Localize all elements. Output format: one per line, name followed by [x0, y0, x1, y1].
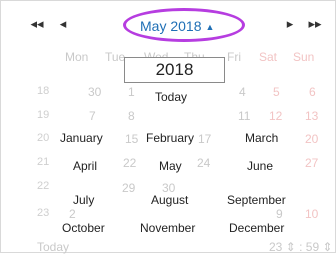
background-day: 4 — [239, 85, 246, 99]
background-day: 15 — [125, 132, 139, 146]
background-day: 17 — [198, 132, 212, 146]
month-year-title[interactable]: May 2018 ▲ — [140, 18, 214, 34]
minute-value[interactable]: 59 — [306, 240, 319, 254]
month-september[interactable]: September — [227, 193, 286, 207]
weekday-mon: Mon — [65, 50, 89, 64]
caret-up-icon: ▲ — [205, 22, 215, 32]
month-november[interactable]: November — [140, 221, 195, 235]
background-day: 22 — [123, 156, 137, 170]
week-number: 23 — [37, 207, 50, 219]
next-month-button[interactable]: ▸ — [278, 15, 302, 33]
background-day: 6 — [309, 85, 316, 99]
background-day: 5 — [273, 85, 280, 99]
week-number: 18 — [37, 85, 50, 97]
hour-spinner-icon[interactable]: ⇕ — [286, 240, 296, 254]
month-january[interactable]: January — [60, 131, 103, 145]
next-year-button[interactable]: ▸▸ — [303, 15, 327, 33]
background-day: 30 — [88, 85, 102, 99]
month-august[interactable]: August — [151, 193, 188, 207]
month-october[interactable]: October — [62, 221, 105, 235]
hour-value[interactable]: 23 — [269, 240, 282, 254]
time-selector[interactable]: 23 ⇕ : 59 ⇕ — [269, 240, 333, 254]
week-number: 20 — [37, 132, 50, 144]
background-day: 7 — [89, 109, 96, 123]
month-june[interactable]: June — [247, 159, 273, 173]
month-february[interactable]: February — [146, 131, 194, 145]
background-day: 8 — [128, 109, 135, 123]
footer-today-button[interactable]: Today — [37, 240, 69, 254]
background-day: 2 — [69, 207, 76, 221]
background-day: 10 — [305, 207, 319, 221]
date-picker: ◂◂ ◂ May 2018▲ ▸ ▸▸ Mon Tue Wed Thu Fri … — [0, 0, 336, 254]
week-number: 21 — [37, 156, 50, 168]
background-day: 27 — [305, 156, 319, 170]
month-july[interactable]: July — [73, 193, 94, 207]
background-day: 11 — [238, 109, 251, 123]
week-number: 19 — [37, 109, 50, 121]
weekday-sun: Sun — [293, 50, 315, 64]
weekday-fri: Fri — [227, 50, 241, 64]
background-day: 9 — [276, 207, 283, 221]
background-day: 29 — [122, 181, 136, 195]
month-march[interactable]: March — [245, 131, 278, 145]
month-december[interactable]: December — [229, 221, 284, 235]
year-input[interactable] — [124, 57, 225, 83]
month-year-label: May 2018 — [140, 18, 202, 34]
background-day: 24 — [197, 156, 211, 170]
background-day: 1 — [128, 85, 135, 99]
weekday-tue: Tue — [105, 50, 126, 64]
week-number: 22 — [37, 180, 50, 192]
background-day: 13 — [305, 109, 319, 123]
prev-year-button[interactable]: ◂◂ — [25, 15, 49, 33]
month-may[interactable]: May — [159, 159, 182, 173]
prev-month-button[interactable]: ◂ — [51, 15, 75, 33]
background-day: 12 — [269, 109, 283, 123]
today-link[interactable]: Today — [155, 90, 187, 104]
weekday-sat: Sat — [259, 50, 278, 64]
background-day: 20 — [305, 132, 319, 146]
time-colon: : — [299, 240, 303, 254]
month-april[interactable]: April — [73, 159, 97, 173]
minute-spinner-icon[interactable]: ⇕ — [323, 240, 333, 254]
calendar-header: ◂◂ ◂ May 2018 ▲ ▸ ▸▸ — [1, 1, 336, 45]
